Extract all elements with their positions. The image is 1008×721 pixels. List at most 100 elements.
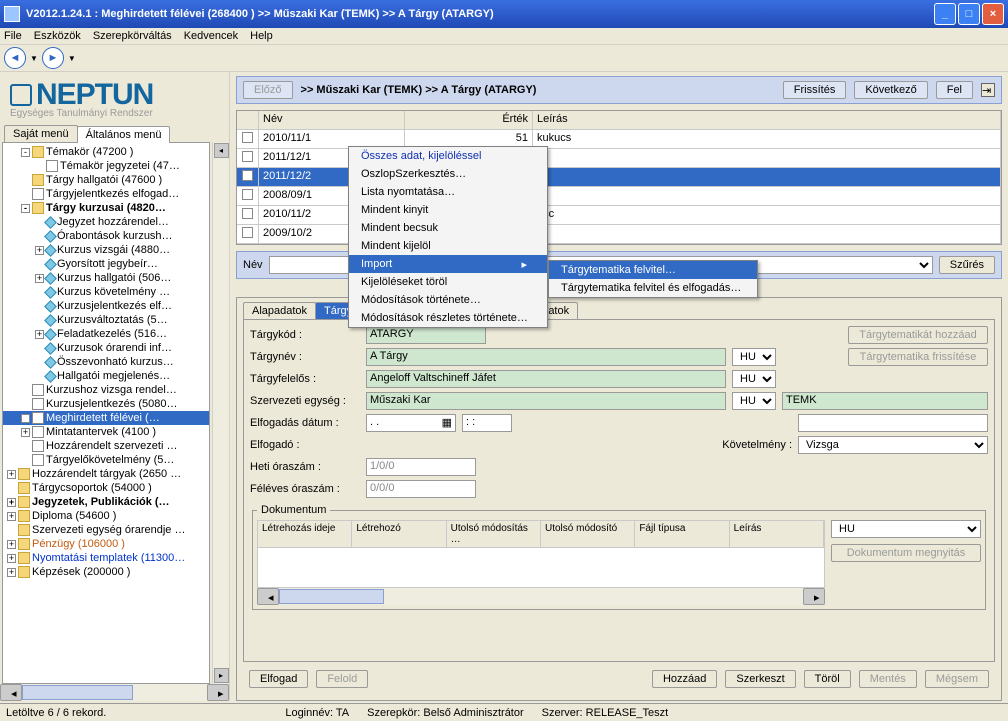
doc-scroll-track[interactable] <box>279 588 803 605</box>
ctx-import[interactable]: Import <box>349 255 547 273</box>
expand-icon[interactable]: + <box>7 568 16 577</box>
tree-hscroll[interactable]: ◂ ▸ <box>0 684 229 701</box>
menu-tree[interactable]: -Témakör (47200 )Témakör jegyzetei (47…T… <box>2 142 210 684</box>
sidebar-tab-general[interactable]: Általános menü <box>77 126 171 143</box>
ctx-column-edit[interactable]: OszlopSzerkesztés… <box>349 165 547 183</box>
scroll-right-button[interactable]: ▸ <box>207 684 229 701</box>
menu-favorites[interactable]: Kedvencek <box>184 30 238 42</box>
tree-item[interactable]: Hozzárendelt szervezeti … <box>3 439 209 453</box>
hozzaad-button[interactable]: Hozzáad <box>652 670 717 688</box>
tab-alapadatok[interactable]: Alapadatok <box>243 302 316 319</box>
documents-hscroll[interactable]: ◂ ▸ <box>257 588 825 605</box>
doc-col-desc[interactable]: Leírás <box>730 521 824 547</box>
refresh-button[interactable]: Frissítés <box>783 81 847 99</box>
maximize-button[interactable]: □ <box>958 3 980 25</box>
tree-item[interactable]: +Feladatkezelés (516… <box>3 327 209 341</box>
tree-item[interactable]: +Pénzügy (106000 ) <box>3 537 209 551</box>
tree-item[interactable]: Jegyzet hozzárendel… <box>3 215 209 229</box>
row-checkbox[interactable] <box>242 170 253 181</box>
row-checkbox[interactable] <box>242 132 253 143</box>
row-checkbox[interactable] <box>242 227 253 238</box>
ctx-tematika-felvitel-elfogadas[interactable]: Tárgytematika felvitel és elfogadás… <box>549 279 757 297</box>
split-left-button[interactable]: ◂ <box>214 143 229 158</box>
expand-icon[interactable]: + <box>7 540 16 549</box>
doc-scroll-right[interactable]: ▸ <box>803 588 825 605</box>
ctx-tematika-felvitel[interactable]: Tárgytematika felvitel… <box>549 261 757 279</box>
expand-icon[interactable]: + <box>21 414 30 423</box>
expand-icon[interactable]: + <box>7 512 16 521</box>
tree-item[interactable]: +Jegyzetek, Publikációk (… <box>3 495 209 509</box>
tematika-update-button[interactable]: Tárgytematika frissítése <box>848 348 988 366</box>
row-checkbox[interactable] <box>242 151 253 162</box>
doc-col-created[interactable]: Létrehozás ideje <box>258 521 352 547</box>
szerv-lang[interactable]: HU <box>732 392 776 410</box>
nav-back-dropdown[interactable]: ▼ <box>30 54 38 63</box>
tree-item[interactable]: Kurzusjelentkezés elf… <box>3 299 209 313</box>
megsem-button[interactable]: Mégsem <box>925 670 989 688</box>
tree-item[interactable]: -Témakör (47200 ) <box>3 145 209 159</box>
nav-back-button[interactable]: ◄ <box>4 47 26 69</box>
tree-item[interactable]: Tárgyelőkövetelmény (5… <box>3 453 209 467</box>
targynev-lang[interactable]: HU <box>732 348 776 366</box>
split-right-button[interactable]: ▸ <box>214 668 229 683</box>
scroll-thumb[interactable] <box>22 685 133 700</box>
szerkeszt-button[interactable]: Szerkeszt <box>725 670 795 688</box>
expand-icon[interactable]: + <box>7 470 16 479</box>
collapse-icon[interactable]: - <box>21 148 30 157</box>
tree-item[interactable]: +Meghirdetett félévei (… <box>3 411 209 425</box>
felelos-lang[interactable]: HU <box>732 370 776 388</box>
documents-body[interactable] <box>257 548 825 588</box>
col-value[interactable]: Érték <box>405 111 533 130</box>
up-button[interactable]: Fel <box>936 81 973 99</box>
doc-col-modifier[interactable]: Utolsó módosító <box>541 521 635 547</box>
tree-item[interactable]: +Képzések (200000 ) <box>3 565 209 579</box>
menu-file[interactable]: File <box>4 30 22 42</box>
tree-item[interactable]: Összevonható kurzus… <box>3 355 209 369</box>
feleves-field[interactable]: 0/0/0 <box>366 480 476 498</box>
tree-item[interactable]: +Diploma (54600 ) <box>3 509 209 523</box>
elf-blank-field[interactable] <box>798 414 988 432</box>
kov-select[interactable]: Vizsga <box>798 436 988 454</box>
torol-button[interactable]: Töröl <box>804 670 851 688</box>
close-button[interactable]: × <box>982 3 1004 25</box>
menu-help[interactable]: Help <box>250 30 273 42</box>
tree-item[interactable]: Kurzushoz vizsga rendel… <box>3 383 209 397</box>
mentes-button[interactable]: Mentés <box>859 670 917 688</box>
doc-col-modified[interactable]: Utolsó módosítás … <box>447 521 541 547</box>
grid-context-menu[interactable]: Összes adat, kijelöléssel OszlopSzerkesz… <box>348 146 548 328</box>
prev-button[interactable]: Előző <box>243 81 293 99</box>
ctx-open-all[interactable]: Mindent kinyit <box>349 201 547 219</box>
doc-scroll-thumb[interactable] <box>279 589 384 604</box>
ctx-mod-history-detailed[interactable]: Módosítások részletes története… <box>349 309 547 327</box>
tree-item[interactable]: Szervezeti egység órarendje … <box>3 523 209 537</box>
tree-item[interactable]: +Kurzus vizsgái (4880… <box>3 243 209 257</box>
ctx-print-list[interactable]: Lista nyomtatása… <box>349 183 547 201</box>
elfdate-field[interactable]: . .▦ <box>366 414 456 432</box>
pin-icon[interactable]: ⇥ <box>981 83 995 97</box>
tree-item[interactable]: Tárgyjelentkezés elfogad… <box>3 187 209 201</box>
nav-forward-dropdown[interactable]: ▼ <box>68 54 76 63</box>
tree-item[interactable]: Témakör jegyzetei (47… <box>3 159 209 173</box>
ctx-delete-selection[interactable]: Kijelöléseket töröl <box>349 273 547 291</box>
calendar-icon[interactable]: ▦ <box>442 416 452 430</box>
ctx-select-all[interactable]: Mindent kijelöl <box>349 237 547 255</box>
tree-item[interactable]: +Nyomtatási templatek (11300… <box>3 551 209 565</box>
ctx-all-data[interactable]: Összes adat, kijelöléssel <box>349 147 547 165</box>
felold-button[interactable]: Felold <box>316 670 368 688</box>
tree-item[interactable]: Kurzusjelentkezés (5080… <box>3 397 209 411</box>
nav-forward-button[interactable]: ► <box>42 47 64 69</box>
sidebar-tab-own[interactable]: Saját menü <box>4 125 78 142</box>
documents-lang[interactable]: HU <box>831 520 981 538</box>
elftime-field[interactable]: : : <box>462 414 512 432</box>
row-checkbox[interactable] <box>242 208 253 219</box>
collapse-icon[interactable]: - <box>21 204 30 213</box>
tree-item[interactable]: Tárgy hallgatói (47600 ) <box>3 173 209 187</box>
col-desc[interactable]: Leírás <box>533 111 1001 130</box>
col-name[interactable]: Név <box>259 111 405 130</box>
tree-item[interactable]: Kurzusok órarendi inf… <box>3 341 209 355</box>
doc-scroll-left[interactable]: ◂ <box>257 588 279 605</box>
tree-item[interactable]: Kurzusváltoztatás (5… <box>3 313 209 327</box>
tree-item[interactable]: +Mintatantervek (4100 ) <box>3 425 209 439</box>
doc-col-creator[interactable]: Létrehozó <box>352 521 446 547</box>
tree-item[interactable]: Tárgycsoportok (54000 ) <box>3 481 209 495</box>
